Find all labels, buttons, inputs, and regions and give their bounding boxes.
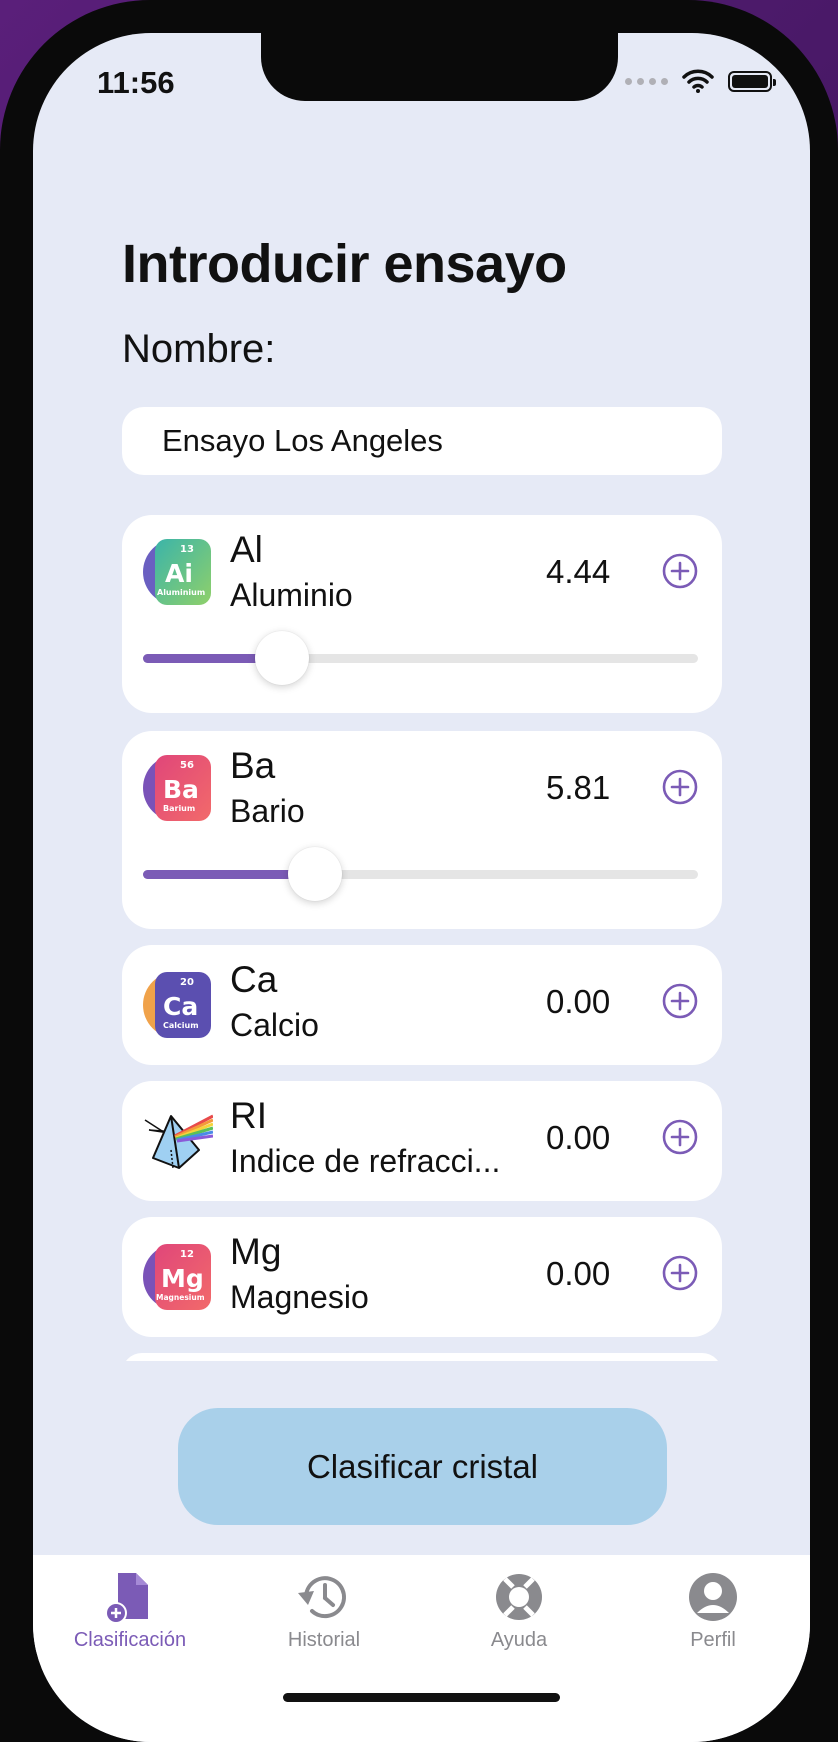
- element-card-al: 13 Ai Aluminium Al Aluminio 4.44: [122, 515, 722, 713]
- element-symbol: Ca: [230, 959, 278, 1000]
- svg-text:13: 13: [180, 544, 194, 555]
- plus-circle-icon[interactable]: [662, 769, 698, 805]
- wifi-icon: [682, 69, 714, 93]
- element-name: Indice de refracci...: [230, 1143, 501, 1179]
- notch: [261, 33, 618, 101]
- svg-text:20: 20: [180, 977, 194, 988]
- plus-circle-icon[interactable]: [662, 983, 698, 1019]
- status-icons: [625, 69, 776, 93]
- prism-icon: [144, 1114, 213, 1169]
- svg-text:12: 12: [180, 1249, 194, 1260]
- element-card-partial: [122, 1353, 722, 1361]
- person-circle-icon: [689, 1573, 737, 1621]
- element-card-ba: 56 Ba Barium Ba Bario 5.81: [122, 731, 722, 929]
- element-card-mg: 12 Mg Magnesium Mg Magnesio 0.00: [122, 1217, 722, 1337]
- element-name: Bario: [230, 793, 305, 829]
- tab-bar: Clasificación Historial Ayuda Perfil: [33, 1555, 810, 1742]
- tab-label: Clasificación: [73, 1629, 187, 1651]
- slider-knob[interactable]: [254, 631, 309, 685]
- element-value: 5.81: [546, 769, 611, 806]
- aluminium-element-icon: 13 Ai Aluminium: [143, 539, 211, 605]
- element-value: 0.00: [546, 983, 611, 1020]
- element-name: Magnesio: [230, 1279, 369, 1315]
- element-symbol: Ba: [230, 745, 276, 786]
- tab-clasificacion[interactable]: Clasificación: [33, 1569, 227, 1652]
- status-time: 11:56: [97, 65, 175, 100]
- barium-element-icon: 56 Ba Barium: [143, 755, 211, 821]
- element-value: 0.00: [546, 1119, 611, 1156]
- name-input[interactable]: [122, 407, 722, 475]
- element-value: 4.44: [546, 553, 611, 590]
- element-symbol: RI: [230, 1095, 267, 1136]
- tab-historial[interactable]: Historial: [227, 1569, 421, 1652]
- tab-label: Ayuda: [490, 1629, 548, 1651]
- page-title: Introducir ensayo: [122, 234, 567, 294]
- svg-text:Barium: Barium: [163, 804, 195, 813]
- svg-text:Ba: Ba: [163, 775, 199, 804]
- svg-text:Calcium: Calcium: [163, 1021, 199, 1030]
- tab-ayuda[interactable]: Ayuda: [422, 1569, 616, 1652]
- tab-perfil[interactable]: Perfil: [616, 1569, 810, 1652]
- value-slider[interactable]: [143, 631, 698, 685]
- svg-text:Ca: Ca: [163, 992, 198, 1021]
- value-slider[interactable]: [143, 847, 698, 901]
- history-icon: [298, 1576, 346, 1619]
- element-symbol: Mg: [230, 1231, 282, 1272]
- calcium-element-icon: 20 Ca Calcium: [143, 972, 211, 1038]
- elements-list[interactable]: 13 Ai Aluminium Al Aluminio 4.44 56 Ba B…: [122, 515, 722, 1361]
- classify-crystal-button[interactable]: Clasificar cristal: [178, 1408, 667, 1525]
- svg-text:Mg: Mg: [161, 1264, 204, 1293]
- svg-text:Ai: Ai: [165, 559, 193, 588]
- magnesium-element-icon: 12 Mg Magnesium: [143, 1244, 211, 1310]
- svg-text:Magnesium: Magnesium: [156, 1293, 205, 1302]
- plus-circle-icon[interactable]: [662, 553, 698, 589]
- document-plus-icon: [105, 1573, 148, 1624]
- battery-icon: [728, 70, 776, 92]
- element-name: Aluminio: [230, 577, 353, 613]
- name-label: Nombre:: [122, 327, 276, 371]
- app-screen: 11:56 Introducir ensayo Nombre: 13 Ai Al…: [33, 33, 810, 1742]
- element-symbol: Al: [230, 529, 263, 570]
- tab-label: Historial: [287, 1629, 361, 1651]
- element-value: 0.00: [546, 1255, 611, 1292]
- element-name: Calcio: [230, 1007, 319, 1043]
- lifebuoy-icon: [496, 1574, 542, 1620]
- element-card-ca: 20 Ca Calcium Ca Calcio 0.00: [122, 945, 722, 1065]
- element-card-ri: RI Indice de refracci... 0.00: [122, 1081, 722, 1201]
- svg-text:Aluminium: Aluminium: [157, 588, 205, 597]
- plus-circle-icon[interactable]: [662, 1119, 698, 1155]
- plus-circle-icon[interactable]: [662, 1255, 698, 1291]
- slider-knob[interactable]: [288, 847, 343, 901]
- cellular-signal-icon: [625, 77, 668, 85]
- home-indicator: [283, 1693, 560, 1702]
- svg-text:56: 56: [180, 760, 194, 771]
- tab-label: Perfil: [690, 1629, 736, 1651]
